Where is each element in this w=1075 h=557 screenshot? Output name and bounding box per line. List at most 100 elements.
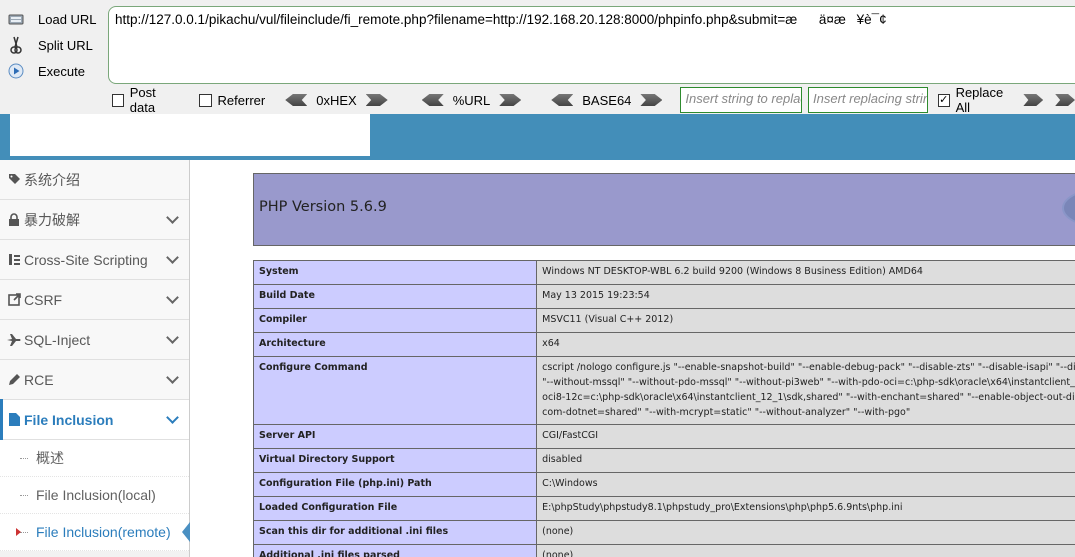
sidebar-item-label: File Inclusion xyxy=(24,411,114,428)
load-url-button[interactable]: Load URL xyxy=(6,8,97,30)
main-content: PHP Version 5.6.9 System Windows NT DESK… xyxy=(191,160,1075,557)
table-row: System Windows NT DESKTOP-WBL 6.2 build … xyxy=(252,260,1075,285)
table-value: E:\phpStudy\phpstudy8.1\phpstudy_pro\Ext… xyxy=(536,496,1075,521)
table-row: Server API CGI/FastCGI xyxy=(252,424,1075,449)
table-value: cscript /nologo configure.js "--enable-s… xyxy=(536,356,1075,425)
url-encoder-label: %URL xyxy=(452,92,491,108)
sidebar-item-label: 暴力破解 xyxy=(24,211,80,228)
table-row: Architecture x64 xyxy=(252,332,1075,357)
post-data-checkbox[interactable]: Post data xyxy=(112,85,179,115)
split-url-icon xyxy=(6,36,26,54)
load-url-label: Load URL xyxy=(38,11,97,27)
table-key: Server API xyxy=(252,424,538,449)
referrer-checkbox-box[interactable] xyxy=(198,93,212,107)
sidebar-item-system-intro[interactable]: 系统介绍 xyxy=(0,160,189,200)
url-decode-arrow-icon[interactable] xyxy=(421,94,444,106)
table-key: Compiler xyxy=(252,308,538,333)
table-key: Additional .ini files parsed xyxy=(252,544,538,557)
table-row: Additional .ini files parsed (none) xyxy=(252,544,1075,557)
sidebar-item-file-inclusion[interactable]: File Inclusion xyxy=(0,399,189,441)
php-version-header: PHP Version 5.6.9 xyxy=(253,173,1075,246)
caret-right-icon xyxy=(16,528,21,536)
hex-decode-arrow-icon[interactable] xyxy=(285,94,308,106)
url-text: http://127.0.0.1/pikachu/vul/fileinclude… xyxy=(115,12,887,27)
table-value: (none) xyxy=(536,544,1075,557)
chevron-down-icon xyxy=(166,291,179,304)
base64-encoder: BASE64 xyxy=(551,92,663,108)
base64-encoder-label: BASE64 xyxy=(582,92,632,108)
plane-icon xyxy=(6,332,22,348)
sidebar-item-csrf[interactable]: CSRF xyxy=(0,280,189,320)
sidebar-item-label: SQL-Inject xyxy=(24,331,91,348)
table-value: x64 xyxy=(536,332,1075,357)
split-url-label: Split URL xyxy=(38,37,93,53)
table-key: Virtual Directory Support xyxy=(252,448,538,473)
configure-line: "--without-mssql" "--without-pdo-mssql" … xyxy=(542,377,1075,388)
site-header xyxy=(0,114,1075,160)
table-value: Windows NT DESKTOP-WBL 6.2 build 9200 (W… xyxy=(536,260,1075,285)
table-row: Configuration File (php.ini) Path C:\Win… xyxy=(252,472,1075,497)
site-logo-area xyxy=(10,114,370,156)
base64-decode-arrow-icon[interactable] xyxy=(551,94,574,106)
table-key: Build Date xyxy=(252,284,538,309)
sidebar-item-sql-inject[interactable]: SQL-Inject xyxy=(0,320,189,360)
hex-encode-arrow-icon[interactable] xyxy=(365,94,388,106)
active-pointer-icon xyxy=(182,522,190,542)
base64-encode-arrow-icon[interactable] xyxy=(640,94,663,106)
sidebar-item-brute-force[interactable]: 暴力破解 xyxy=(0,200,189,240)
php-version-title: PHP Version 5.6.9 xyxy=(259,199,387,215)
sidebar-subitem-overview[interactable]: 概述 xyxy=(0,440,189,477)
share-icon xyxy=(6,292,22,308)
chevron-down-icon xyxy=(166,211,179,224)
post-data-label: Post data xyxy=(129,85,156,115)
sidebar-item-label: CSRF xyxy=(24,291,63,308)
hackbar-options-row: Post data Referrer 0xHEX %URL BASE64 Ins… xyxy=(112,85,1075,115)
table-row: Configure Command cscript /nologo config… xyxy=(252,356,1075,425)
split-url-button[interactable]: Split URL xyxy=(6,34,93,56)
post-data-checkbox-box[interactable] xyxy=(112,93,124,107)
table-key: Architecture xyxy=(252,332,538,357)
replace-extra-arrow-icon[interactable] xyxy=(1055,94,1075,106)
table-row: Build Date May 13 2015 19:23:54 xyxy=(252,284,1075,309)
chevron-down-icon xyxy=(166,251,179,264)
execute-button[interactable]: Execute xyxy=(6,60,85,82)
sidebar-subitem-label: File Inclusion(remote) xyxy=(36,524,171,540)
replace-find-input[interactable]: Insert string to replace xyxy=(680,87,802,113)
sidebar-subitem-label: 概述 xyxy=(36,450,64,466)
sidebar-subitem-label: File Inclusion(local) xyxy=(36,487,156,503)
phpinfo-table: System Windows NT DESKTOP-WBL 6.2 build … xyxy=(252,260,1075,557)
sidebar-subitem-local[interactable]: File Inclusion(local) xyxy=(0,477,189,514)
pencil-icon xyxy=(6,372,22,388)
sidebar-item-label: RCE xyxy=(24,371,54,388)
execute-icon xyxy=(6,62,26,80)
tag-icon xyxy=(6,172,22,188)
table-key: Loaded Configuration File xyxy=(252,496,538,521)
referrer-checkbox[interactable]: Referrer xyxy=(198,92,266,108)
hex-encoder-label: 0xHEX xyxy=(316,92,357,108)
table-row: Compiler MSVC11 (Visual C++ 2012) xyxy=(252,308,1075,333)
replace-all-checkbox-box[interactable]: ✓ xyxy=(937,93,950,107)
referrer-label: Referrer xyxy=(217,92,266,108)
sidebar-item-xss[interactable]: Cross-Site Scripting xyxy=(0,240,189,280)
url-textarea[interactable]: http://127.0.0.1/pikachu/vul/fileinclude… xyxy=(108,6,1075,84)
sidebar-subitem-remote[interactable]: File Inclusion(remote) xyxy=(0,514,190,551)
table-row: Virtual Directory Support disabled xyxy=(252,448,1075,473)
sidebar-item-rce[interactable]: RCE xyxy=(0,360,189,400)
chevron-down-icon xyxy=(166,371,179,384)
hackbar-panel: Load URL Split URL Execute http://127.0.… xyxy=(0,0,1075,115)
table-key: Scan this dir for additional .ini files xyxy=(252,520,538,545)
replace-with-input[interactable]: Insert replacing string xyxy=(808,87,928,113)
table-value: CGI/FastCGI xyxy=(536,424,1075,449)
url-encode-arrow-icon[interactable] xyxy=(499,94,522,106)
url-encoder: %URL xyxy=(421,92,522,108)
table-value: disabled xyxy=(536,448,1075,473)
sitemap-icon xyxy=(6,252,22,268)
table-row: Scan this dir for additional .ini files … xyxy=(252,520,1075,545)
lock-icon xyxy=(6,212,22,228)
sidebar-item-label: Cross-Site Scripting xyxy=(24,251,148,268)
sidebar-nav: 系统介绍 暴力破解 Cross-Site Scripting CSRF SQL-… xyxy=(0,160,190,557)
table-key: System xyxy=(252,260,538,285)
replace-go-arrow-icon[interactable] xyxy=(1023,94,1044,106)
replace-all-checkbox[interactable]: ✓ Replace All xyxy=(937,85,1014,115)
sidebar-item-label: 系统介绍 xyxy=(24,171,80,188)
